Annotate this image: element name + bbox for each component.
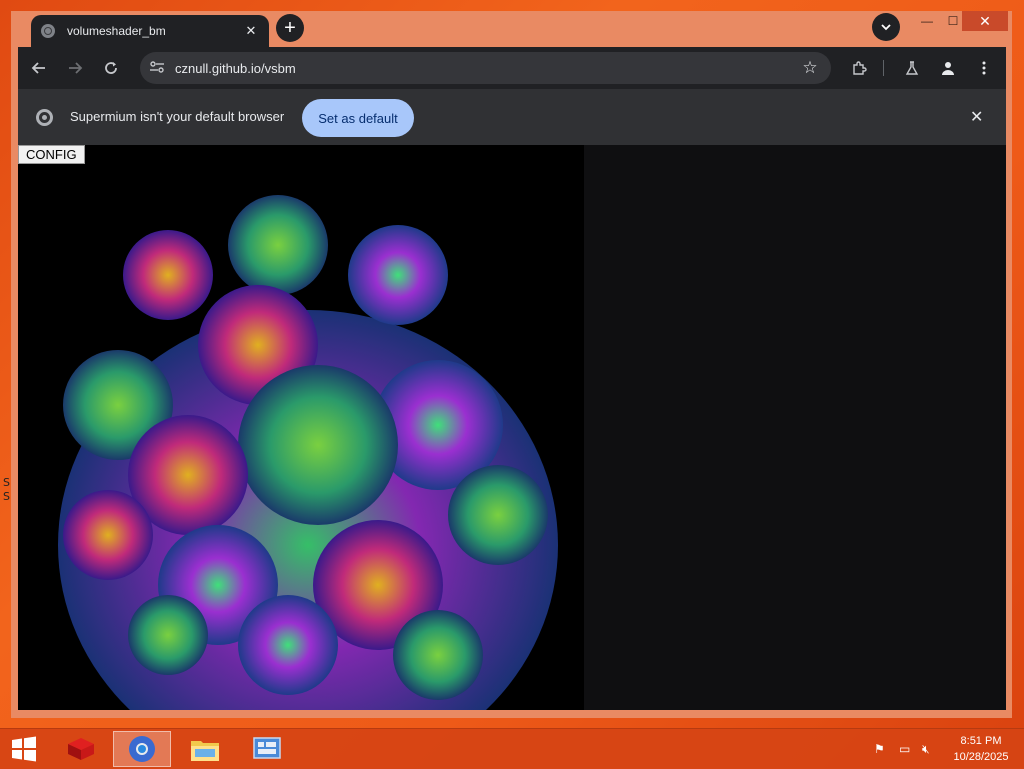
red-box-app-icon: [68, 738, 94, 760]
chrome-logo-icon: [36, 109, 53, 126]
clock-time: 8:51 PM: [960, 735, 1002, 747]
globe-icon: [41, 24, 55, 38]
forward-arrow-icon: [69, 62, 83, 74]
back-button[interactable]: [26, 55, 52, 81]
infobar-message: Supermium isn't your default browser: [70, 109, 285, 124]
kebab-menu-icon: [982, 61, 986, 75]
close-icon[interactable]: ✕: [970, 107, 983, 127]
url-text[interactable]: cznull.github.io/vsbm: [175, 61, 795, 76]
volume-muted-icon[interactable]: 🔇︎: [922, 742, 930, 757]
plus-icon: +: [284, 17, 296, 39]
folder-icon: [191, 741, 219, 761]
toolbar-divider: [883, 60, 884, 76]
close-icon[interactable]: ✕: [243, 23, 259, 39]
fractal-render: [58, 195, 558, 710]
browser-app-icon: [129, 736, 155, 762]
control-panel-icon: [253, 737, 281, 759]
menu-button[interactable]: [971, 55, 997, 81]
profile-icon: [942, 62, 954, 75]
new-tab-button[interactable]: +: [276, 14, 304, 42]
forward-button[interactable]: [62, 55, 88, 81]
back-arrow-icon: [31, 62, 45, 74]
flag-icon[interactable]: ⚑: [874, 742, 885, 756]
browser-window: volumeshader_bm ✕ + — ☐ ✕ cznull.github.…: [11, 11, 1012, 718]
set-as-default-button[interactable]: Set as default: [302, 99, 414, 137]
tab-volumeshader[interactable]: volumeshader_bm ✕: [31, 15, 269, 47]
tab-title: volumeshader_bm: [67, 24, 166, 38]
start-button[interactable]: [4, 731, 44, 767]
taskbar-file-explorer[interactable]: [176, 731, 234, 767]
taskbar-browser[interactable]: [113, 731, 171, 767]
shader-canvas[interactable]: CONFIG: [18, 145, 584, 710]
desktop-text-fragment: S: [3, 490, 10, 503]
tab-search-button[interactable]: [872, 13, 900, 41]
config-button[interactable]: CONFIG: [18, 145, 85, 164]
labs-flask-icon: [905, 61, 919, 75]
windows-start-icon: [12, 736, 36, 762]
taskbar-app-1[interactable]: [58, 731, 104, 767]
browser-toolbar: cznull.github.io/vsbm ☆: [18, 47, 1006, 89]
taskbar-clock[interactable]: 8:51 PM 10/28/2025: [948, 733, 1014, 765]
minimize-button[interactable]: —: [914, 11, 940, 31]
clock-date: 10/28/2025: [953, 751, 1009, 763]
reload-button[interactable]: [98, 55, 124, 81]
extensions-button[interactable]: [846, 55, 872, 81]
star-icon[interactable]: ☆: [795, 58, 825, 78]
network-icon[interactable]: ▭: [899, 742, 910, 756]
extensions-icon: [853, 61, 867, 75]
taskbar: ⚑ ▭ 🔇︎ 8:51 PM 10/28/2025: [0, 728, 1024, 769]
reload-icon: [105, 62, 117, 74]
chevron-down-icon: [881, 24, 891, 31]
site-settings-icon[interactable]: [149, 60, 167, 77]
labs-button[interactable]: [899, 55, 925, 81]
address-bar[interactable]: cznull.github.io/vsbm ☆: [140, 52, 831, 84]
desktop-text-fragment: S: [3, 476, 10, 489]
default-browser-infobar: Supermium isn't your default browser Set…: [18, 89, 1006, 145]
tab-strip: volumeshader_bm ✕ + — ☐ ✕: [11, 11, 1012, 47]
taskbar-control-panel[interactable]: [238, 731, 296, 767]
profile-button[interactable]: [935, 55, 961, 81]
page-viewport: CONFIG: [18, 145, 1006, 710]
window-close-button[interactable]: ✕: [962, 11, 1008, 31]
